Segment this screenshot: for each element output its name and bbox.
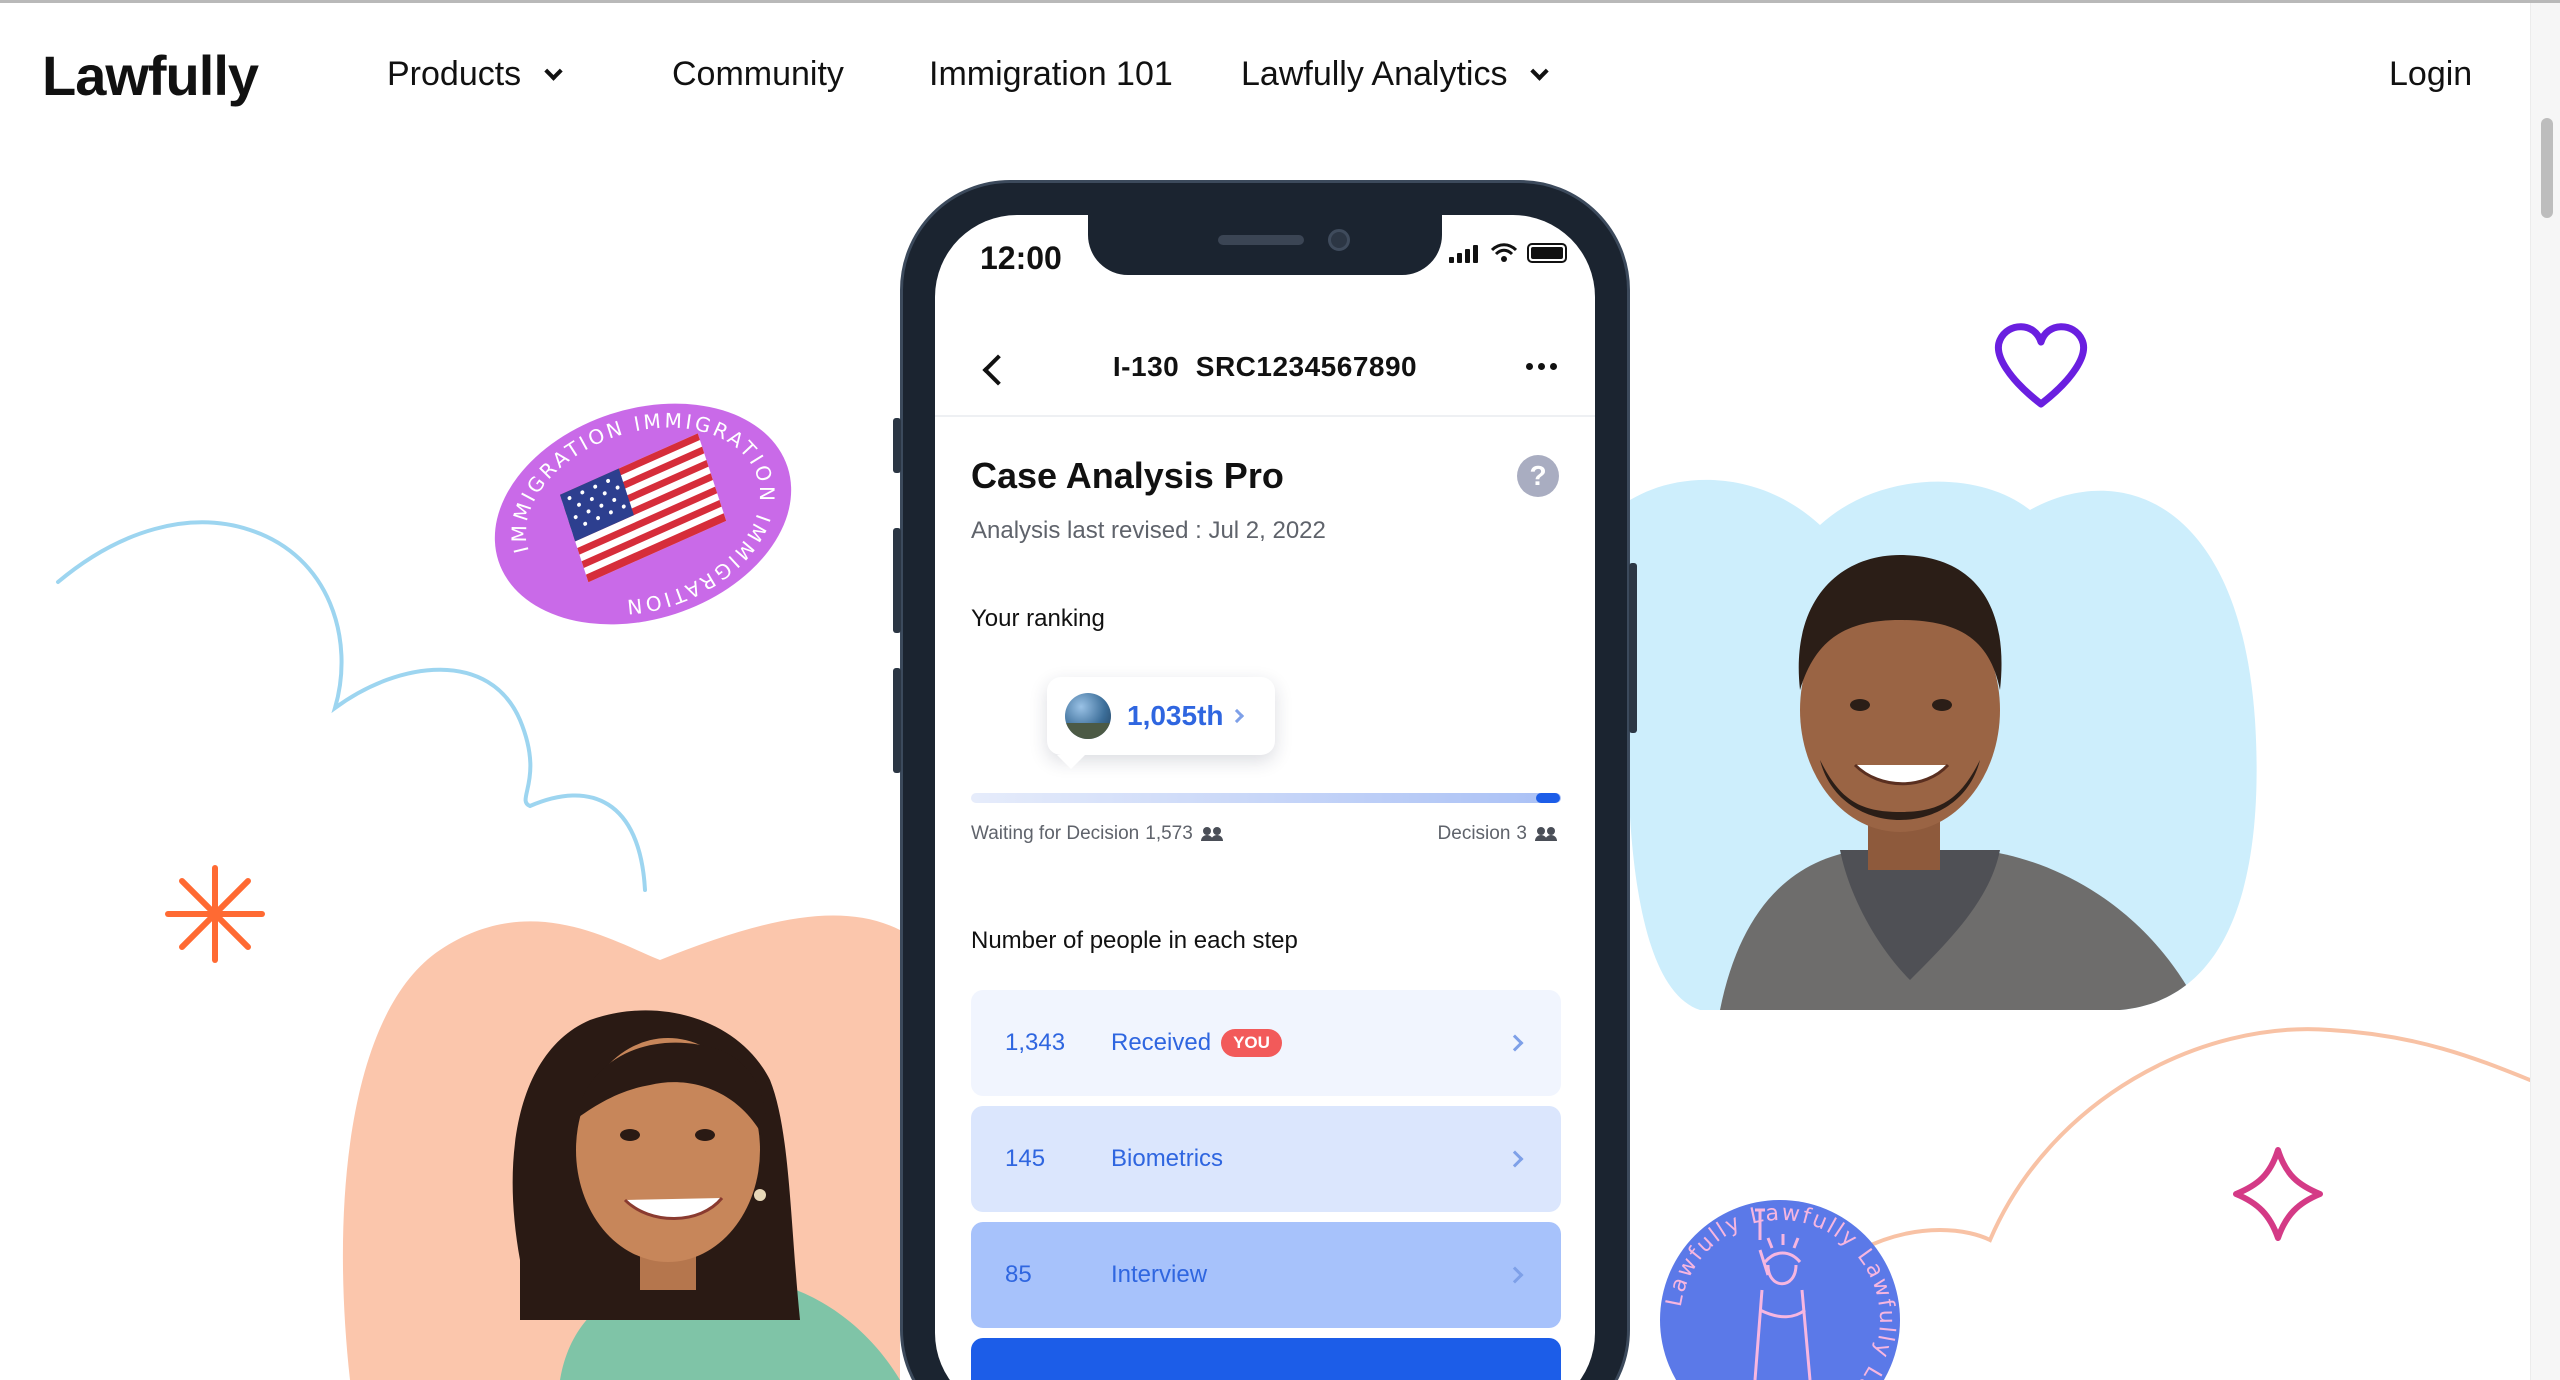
nav-lawfully-analytics[interactable]: Lawfully Analytics [1241,55,1550,94]
phone-volume-up [893,528,901,633]
immigration-sticker: IMMIGRATION IMMIGRATION IMMIGRATION [479,375,806,653]
steps-label: Number of people in each step [971,927,1298,954]
waiting-count: 1,573 [1145,823,1193,844]
nav-lawfully-analytics-label: Lawfully Analytics [1241,55,1508,93]
phone-power-button [1629,563,1637,733]
phone-screen: 12:00 I-130 SRC1234567890 Case Analysis … [935,215,1595,1380]
ranking-value: 1,035th [1127,700,1224,731]
logo-text: Lawfully [42,44,259,107]
phone-volume-down [893,668,901,773]
ranking-label: Your ranking [971,605,1105,632]
squiggle-line-right [1858,1027,2530,1252]
sparkle-icon [2233,1147,2323,1241]
step-count: 145 [1005,1145,1046,1172]
step-name: Interview [1111,1261,1207,1289]
lawfully-logo[interactable]: Lawfully [42,43,259,108]
top-navigation: Lawfully Products Community Immigration … [0,3,2530,143]
step-row-received[interactable]: 1,343 Received YOU [971,990,1561,1096]
decision-label: Decision [1437,823,1511,844]
avatar [1065,693,1111,739]
scrollbar-thumb[interactable] [2541,118,2553,218]
nav-immigration-101-label: Immigration 101 [929,55,1173,93]
chevron-right-icon [1229,708,1244,724]
step-row-interview[interactable]: 85 Interview [971,1222,1561,1328]
ranking-progress-bar [971,793,1561,803]
step-row-decision[interactable] [971,1338,1561,1380]
nav-community-label: Community [672,55,844,93]
chevron-right-icon [1506,1150,1524,1168]
step-name-label: Received [1111,1029,1212,1056]
step-count: 85 [1005,1261,1032,1288]
chevron-down-icon [1530,62,1550,81]
revised-label: Analysis last revised : [971,517,1202,544]
analysis-revised: Analysis last revised : Jul 2, 2022 [971,517,1326,545]
step-row-biometrics[interactable]: 145 Biometrics [971,1106,1561,1212]
help-icon[interactable]: ? [1517,455,1559,497]
you-badge: YOU [1221,1029,1282,1057]
decision-count: Decision 3 [1438,823,1559,845]
progress-marker [1535,793,1560,803]
step-name: Biometrics [1111,1145,1223,1173]
revised-date: Jul 2, 2022 [1208,517,1326,544]
status-time: 12:00 [980,240,1062,276]
waiting-for-decision: Waiting for Decision 1,573 [971,823,1225,845]
card-title: Case Analysis Pro [971,455,1284,496]
lawfully-sticker: Lawfully Lawfully Lawfully Lawfully [1660,1200,1900,1380]
speaker-grille [1218,235,1304,245]
phone-mockup: 12:00 I-130 SRC1234567890 Case Analysis … [893,180,1637,1380]
asterisk-icon [165,865,265,963]
decision-value: 3 [1516,823,1527,844]
more-dots-icon[interactable] [1526,363,1557,370]
chevron-right-icon [1506,1034,1524,1052]
status-icons [1449,243,1567,263]
nav-community[interactable]: Community [672,55,844,94]
wifi-icon [1491,243,1517,262]
case-number-title: I-130 SRC1234567890 [1112,351,1418,382]
signal-icon [1449,245,1481,263]
people-icon [1535,827,1559,841]
phone-mute-switch [893,418,901,473]
ranking-bubble[interactable]: 1,035th [1047,677,1275,769]
step-count: 1,343 [1005,1029,1066,1056]
battery-icon [1527,243,1567,263]
step-name-label: Biometrics [1111,1145,1224,1172]
people-icon [1200,827,1225,841]
login-label: Login [2389,55,2473,93]
nav-products[interactable]: Products [387,55,563,94]
page-scrollbar[interactable] [2530,3,2560,1380]
heart-icon [1995,323,2087,408]
nav-products-label: Products [387,55,522,93]
waiting-label: Waiting for Decision [971,823,1140,844]
chevron-right-icon [1506,1266,1524,1284]
front-camera [1328,229,1350,251]
chevron-down-icon [544,62,563,81]
app-header: I-130 SRC1234567890 [935,325,1595,417]
step-name: Received YOU [1111,1029,1282,1057]
nav-immigration-101[interactable]: Immigration 101 [929,55,1173,94]
phone-notch [1088,215,1442,275]
step-name-label: Interview [1111,1261,1208,1288]
login-link[interactable]: Login [2389,55,2472,94]
